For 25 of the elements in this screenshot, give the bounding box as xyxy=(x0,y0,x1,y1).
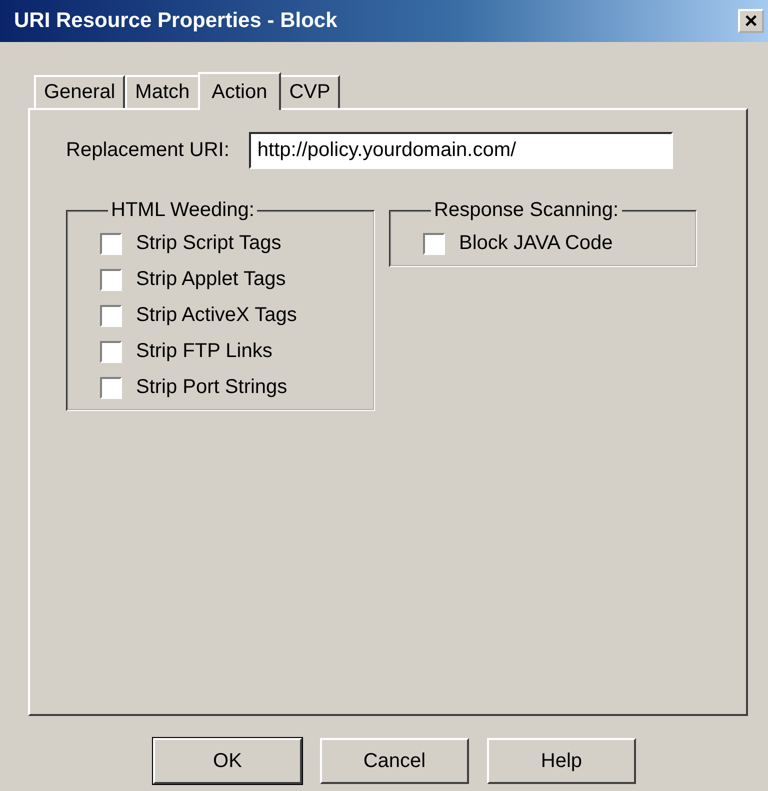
uri-field[interactable]: http://policy.yourdomain.com/ xyxy=(249,132,674,169)
checkbox-label: Strip ActiveX Tags xyxy=(136,304,297,327)
checkbox-label: Strip Applet Tags xyxy=(136,268,286,291)
checkbox-label: Strip Port Strings xyxy=(136,376,288,399)
checkbox[interactable] xyxy=(100,340,122,362)
checkbox[interactable] xyxy=(100,376,122,398)
field-label: Replacement URI: xyxy=(66,139,230,162)
group-title: Response Scanning: xyxy=(433,199,620,222)
close-button[interactable]: × xyxy=(738,9,764,33)
checkbox-label: Strip Script Tags xyxy=(136,232,282,255)
tab[interactable]: Match xyxy=(125,75,200,108)
group-title: HTML Weeding: xyxy=(110,199,256,222)
checkbox-label: Strip FTP Links xyxy=(136,340,272,363)
checkbox[interactable] xyxy=(423,232,445,254)
checkbox[interactable] xyxy=(100,304,122,326)
checkbox[interactable] xyxy=(100,268,122,290)
checkbox[interactable] xyxy=(100,232,122,254)
window-title: URI Resource Properties - Block xyxy=(14,9,338,33)
dialog-button[interactable]: Cancel xyxy=(320,738,469,784)
dialog-button[interactable]: OK xyxy=(153,738,302,784)
checkbox-label: Block JAVA Code xyxy=(459,232,613,255)
dialog-button[interactable]: Help xyxy=(487,738,636,784)
tab[interactable]: CVP xyxy=(279,75,340,108)
tab[interactable]: General xyxy=(34,75,126,108)
tab[interactable]: Action xyxy=(198,72,282,110)
